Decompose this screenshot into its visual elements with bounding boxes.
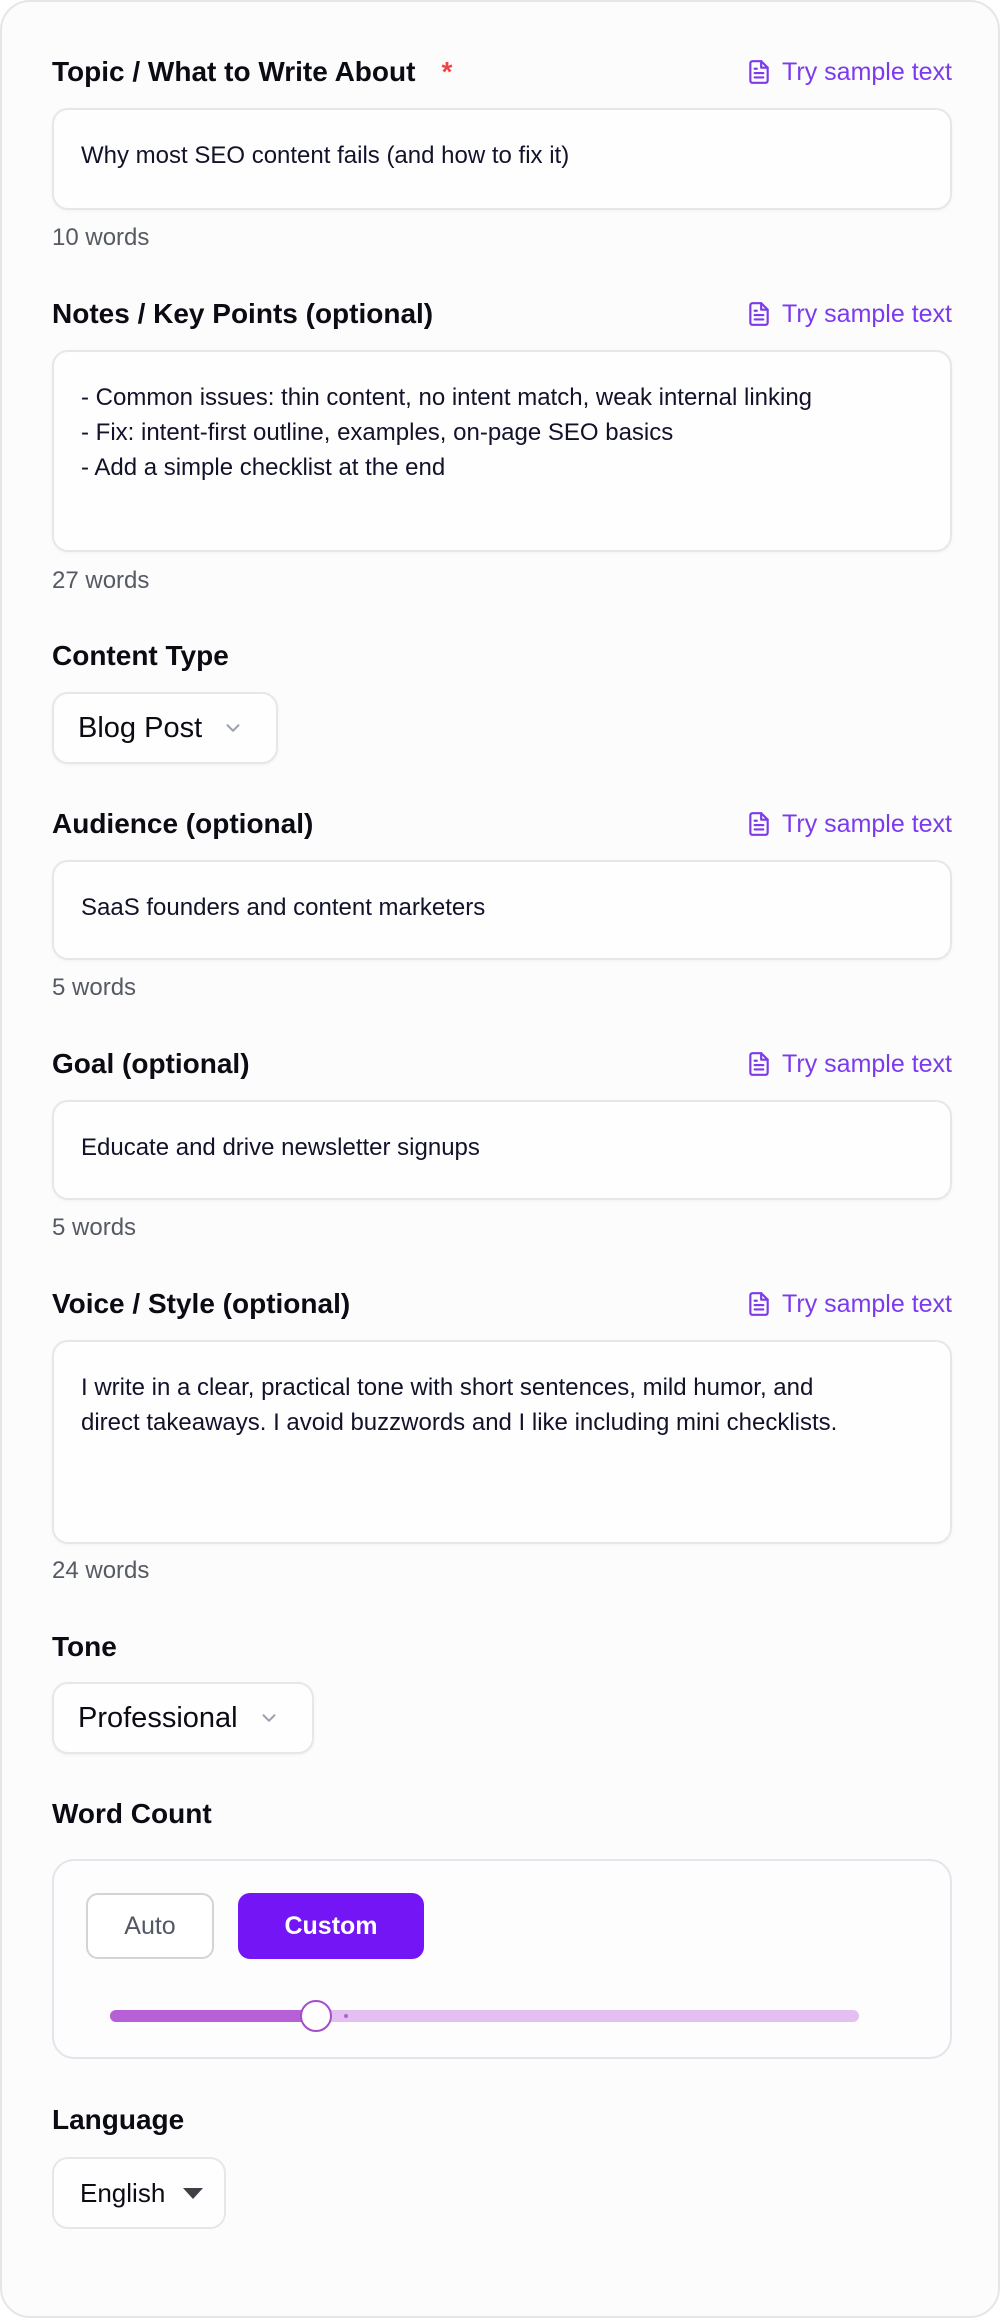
notes-word-count: 27 words [52, 567, 150, 594]
goal-word-count: 5 words [52, 1214, 137, 1241]
goal-label: Goal (optional) [52, 1048, 250, 1079]
audience-label: Audience (optional) [52, 808, 314, 839]
document-icon [749, 302, 769, 326]
topic-label-row: Topic / What to Write About * Try sample… [52, 52, 952, 92]
topic-label: Topic / What to Write About * [52, 56, 452, 88]
word-count-slider-thumb[interactable] [299, 2000, 332, 2032]
goal-label-row: Goal (optional) Try sample text [52, 1044, 952, 1084]
try-sample-label: Try sample text [782, 1049, 952, 1078]
content-type-select[interactable]: Blog Post [52, 692, 278, 764]
chevron-down-icon [262, 1714, 276, 1722]
tone-label: Tone [52, 1631, 117, 1662]
voice-label: Voice / Style (optional) [52, 1288, 351, 1319]
word-count-label: Word Count [52, 1798, 212, 1829]
audience-label-row: Audience (optional) Try sample text [52, 804, 952, 844]
document-icon [749, 812, 769, 836]
caret-down-icon [183, 2187, 204, 2199]
voice-try-sample-button[interactable]: Try sample text [746, 1290, 952, 1319]
topic-label-text: Topic / What to Write About [52, 56, 416, 87]
tone-value: Professional [78, 1701, 238, 1734]
language-value: English [80, 2177, 166, 2208]
word-count-label-row: Word Count [52, 1794, 952, 1834]
content-type-label-row: Content Type [52, 636, 952, 676]
try-sample-label: Try sample text [782, 299, 952, 328]
tone-select[interactable]: Professional [52, 1682, 314, 1754]
content-form-card: Topic / What to Write About * Try sample… [0, 0, 1000, 2318]
topic-input[interactable]: Why most SEO content fails (and how to f… [52, 108, 952, 210]
tone-label-row: Tone [52, 1627, 952, 1667]
required-asterisk: * [441, 56, 453, 87]
content-type-value: Blog Post [78, 711, 203, 744]
document-icon [749, 1292, 769, 1316]
topic-word-count: 10 words [52, 224, 150, 251]
language-label: Language [52, 2104, 185, 2135]
word-count-slider-fill [110, 2010, 316, 2022]
slider-tick-mark [344, 2014, 348, 2018]
language-select[interactable]: English [52, 2157, 226, 2229]
notes-label-row: Notes / Key Points (optional) Try sample… [52, 294, 952, 334]
voice-word-count: 24 words [52, 1557, 150, 1584]
try-sample-label: Try sample text [782, 809, 952, 838]
word-count-auto-button[interactable]: Auto [86, 1893, 214, 1959]
topic-try-sample-button[interactable]: Try sample text [746, 58, 952, 87]
goal-input[interactable]: Educate and drive newsletter signups [52, 1100, 952, 1200]
notes-try-sample-button[interactable]: Try sample text [746, 300, 952, 329]
goal-try-sample-button[interactable]: Try sample text [746, 1050, 952, 1079]
voice-label-row: Voice / Style (optional) Try sample text [52, 1284, 952, 1324]
document-icon [749, 60, 769, 84]
notes-label: Notes / Key Points (optional) [52, 298, 434, 329]
audience-try-sample-button[interactable]: Try sample text [746, 810, 952, 839]
try-sample-label: Try sample text [782, 1289, 952, 1318]
document-icon [749, 1052, 769, 1076]
try-sample-label: Try sample text [782, 57, 952, 86]
word-count-custom-button[interactable]: Custom [238, 1893, 424, 1959]
audience-input[interactable]: SaaS founders and content marketers [52, 860, 952, 960]
language-label-row: Language [52, 2100, 952, 2140]
chevron-down-icon [226, 724, 240, 732]
word-count-panel: Auto Custom [52, 1859, 952, 2059]
audience-word-count: 5 words [52, 974, 137, 1001]
word-count-slider-track[interactable] [110, 2010, 859, 2022]
content-type-label: Content Type [52, 640, 229, 671]
voice-textarea[interactable]: I write in a clear, practical tone with … [52, 1340, 952, 1544]
notes-textarea[interactable]: - Common issues: thin content, no intent… [52, 350, 952, 552]
